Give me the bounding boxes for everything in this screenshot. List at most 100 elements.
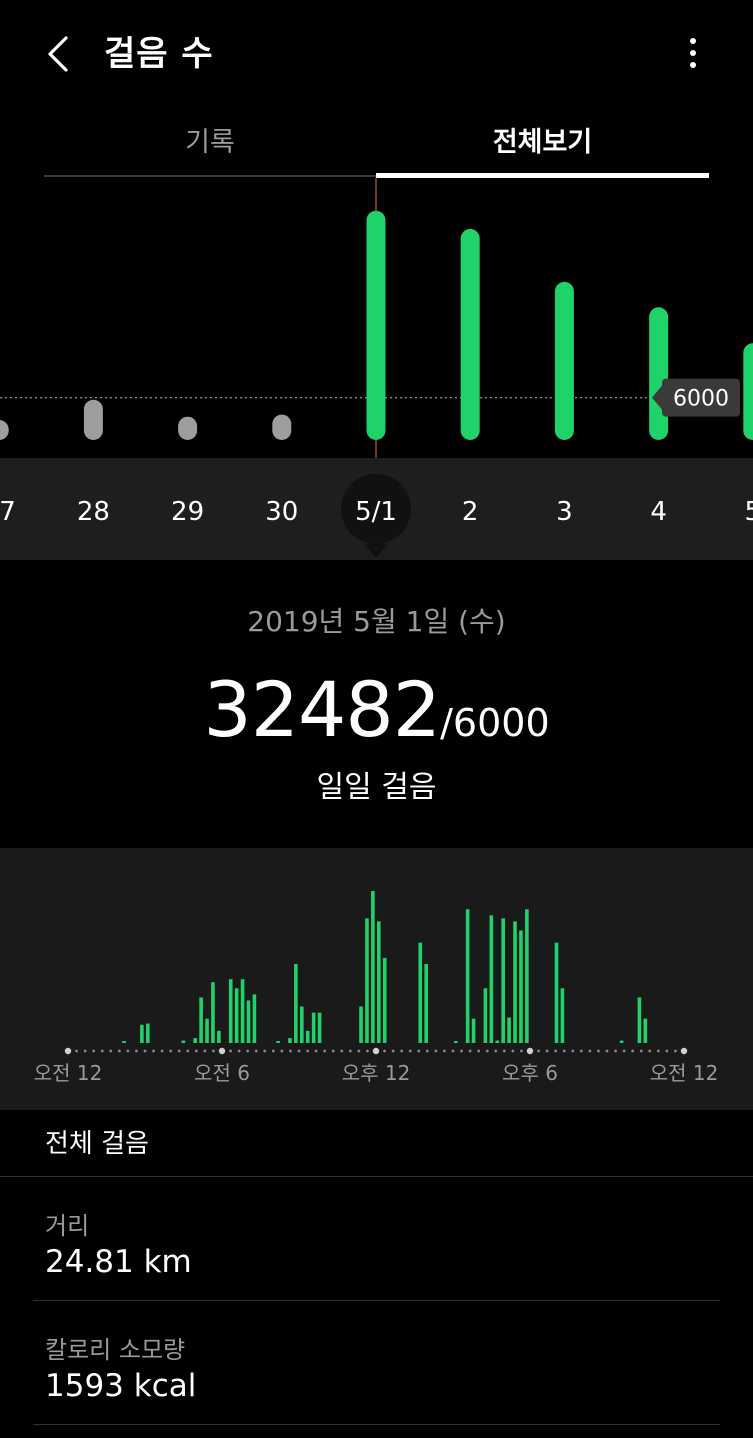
- hourly-bar: [519, 930, 523, 1043]
- goal-tag-label: 6000: [673, 387, 729, 412]
- tab-underline: [44, 175, 376, 177]
- day-bar: [0, 420, 9, 440]
- axis-dot: [571, 1049, 575, 1053]
- day-bar: [366, 210, 386, 440]
- hourly-bar: [311, 1012, 316, 1043]
- axis-dot: [383, 1049, 386, 1053]
- day-label: 30: [265, 497, 298, 527]
- axis-dot: [417, 1049, 421, 1053]
- hourly-bar: [501, 918, 505, 1043]
- distance-label: 거리: [45, 1212, 90, 1240]
- axis-dot: [485, 1049, 489, 1053]
- axis-dot: [674, 1049, 677, 1053]
- total-steps-title: 전체 걸음: [45, 1129, 149, 1159]
- axis-dot: [92, 1049, 96, 1053]
- hourly-tick-label: 오전 12: [34, 1061, 103, 1085]
- axis-major-dot: [372, 1047, 380, 1055]
- day-bar: [649, 307, 669, 440]
- axis-dot: [323, 1049, 327, 1053]
- row-divider: [33, 1424, 720, 1425]
- hourly-bar: [234, 988, 239, 1043]
- back-chevron-icon[interactable]: [40, 30, 80, 78]
- calories-value: 1593 kcal: [45, 1368, 197, 1404]
- day-bar: [178, 416, 198, 440]
- hourly-bar: [122, 1041, 126, 1043]
- hourly-bar: [454, 1041, 458, 1043]
- day-bar: [272, 414, 292, 440]
- day-label: 5: [745, 497, 753, 527]
- more-vertical-icon[interactable]: [681, 34, 705, 74]
- axis-dot: [477, 1049, 481, 1053]
- hourly-bar: [418, 942, 423, 1043]
- axis-dot: [597, 1049, 600, 1053]
- daily-steps-label: 일일 걸음: [316, 770, 437, 805]
- hourly-bar: [199, 997, 203, 1043]
- weekly-steps-chart[interactable]: 27 28 29 30 5/1 2 3 4 5 6000: [0, 178, 753, 560]
- axis-dot: [366, 1049, 369, 1053]
- hourly-bar: [217, 1030, 221, 1043]
- axis-dot: [665, 1049, 669, 1053]
- hourly-bar: [382, 957, 387, 1043]
- axis-dot: [425, 1049, 429, 1053]
- hourly-bar: [471, 1018, 476, 1043]
- hourly-bar: [359, 1006, 363, 1043]
- axis-major-dot: [680, 1047, 688, 1055]
- axis-dot: [579, 1049, 583, 1053]
- axis-dot: [614, 1049, 617, 1053]
- hourly-tick-label: 오전 12: [650, 1061, 719, 1085]
- axis-major-dot: [64, 1047, 72, 1055]
- axis-dot: [656, 1049, 660, 1053]
- hourly-bar: [507, 1017, 511, 1043]
- axis-dot: [280, 1049, 284, 1053]
- hourly-tick-label: 오후 6: [502, 1061, 558, 1085]
- selected-date: 2019년 5월 1일 (수): [247, 605, 506, 638]
- axis-dot: [297, 1049, 301, 1053]
- axis-dot: [460, 1049, 463, 1053]
- steps-count: 32482: [203, 665, 441, 754]
- axis-dot: [194, 1049, 198, 1053]
- axis-dot: [408, 1049, 412, 1053]
- hourly-bar: [495, 1040, 500, 1043]
- hourly-bar: [228, 979, 233, 1043]
- axis-dot: [237, 1049, 241, 1053]
- tab-record[interactable]: 기록: [44, 118, 376, 168]
- hourly-bar: [305, 1030, 310, 1043]
- axis-dot: [143, 1049, 147, 1053]
- hourly-bar: [193, 1038, 197, 1043]
- axis-dot: [545, 1049, 549, 1053]
- day-label: 27: [0, 497, 16, 527]
- axis-dot: [169, 1049, 173, 1053]
- hourly-bar: [300, 1006, 304, 1043]
- distance-value: 24.81 km: [45, 1244, 192, 1280]
- axis-dot: [109, 1049, 113, 1053]
- axis-dot: [100, 1049, 104, 1053]
- axis-dot: [263, 1049, 267, 1053]
- hourly-bar: [525, 909, 529, 1043]
- axis-dot: [340, 1049, 344, 1053]
- day-label: 3: [556, 497, 573, 527]
- axis-dot: [562, 1049, 566, 1053]
- axis-dot: [314, 1049, 318, 1053]
- axis-dot: [186, 1049, 190, 1053]
- axis-dot: [160, 1049, 164, 1053]
- axis-dot: [622, 1049, 626, 1053]
- steps-summary: 32482/6000: [0, 665, 753, 754]
- axis-dot: [212, 1049, 215, 1053]
- axis-dot: [605, 1049, 609, 1053]
- page-title: 걸음 수: [104, 34, 214, 74]
- day-bar: [460, 228, 480, 440]
- calories-label: 칼로리 소모량: [45, 1336, 186, 1364]
- axis-dot: [126, 1049, 130, 1053]
- axis-dot: [520, 1049, 523, 1053]
- axis-dot: [152, 1049, 155, 1053]
- axis-dot: [203, 1049, 207, 1053]
- axis-dot: [75, 1049, 78, 1053]
- hourly-bar: [489, 915, 494, 1043]
- tab-all-view[interactable]: 전체보기: [376, 118, 709, 168]
- hourly-bar: [252, 994, 257, 1043]
- hourly-bar: [513, 921, 517, 1043]
- hourly-bar: [365, 918, 369, 1043]
- axis-dot: [83, 1049, 87, 1053]
- axis-dot: [588, 1049, 592, 1053]
- hourly-bar: [288, 1038, 292, 1043]
